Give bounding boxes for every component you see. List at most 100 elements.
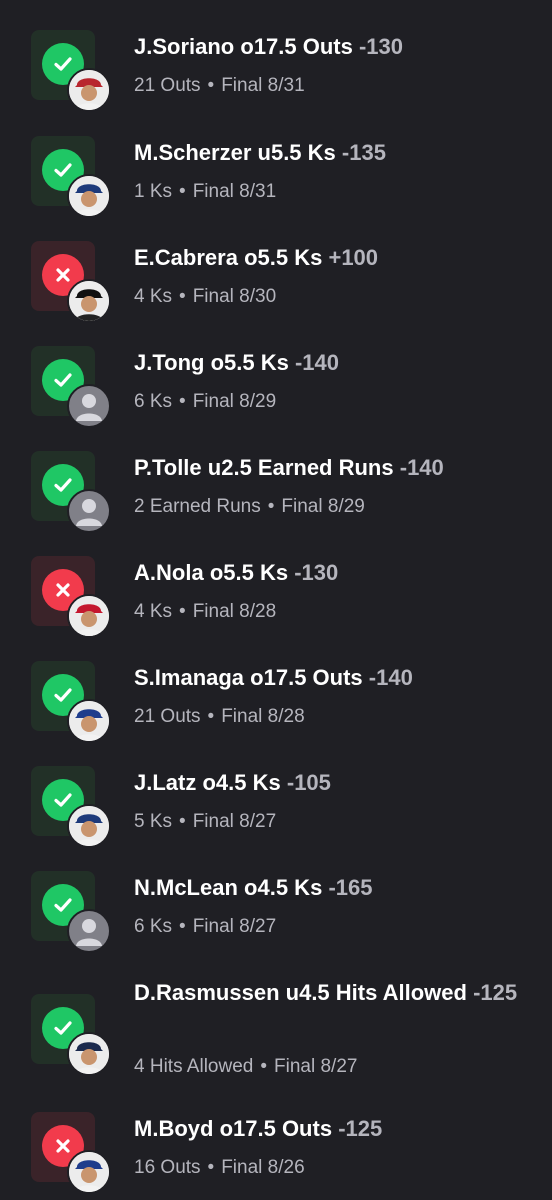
pick-result-line: 1 Ks • Final 8/31	[134, 179, 276, 205]
game-date: 8/27	[239, 916, 277, 937]
game-status: Final	[221, 706, 263, 727]
user-icon	[67, 384, 111, 428]
result-tile	[31, 994, 111, 1076]
pick-title: E.Cabrera o5.5 Ks +100	[134, 241, 532, 275]
stat-result: 6 Ks	[134, 916, 173, 937]
result-tile	[31, 766, 111, 848]
pick-title: P.Tolle u2.5 Earned Runs -140	[134, 451, 532, 485]
separator-dot: •	[179, 811, 186, 832]
pick-title: N.McLean o4.5 Ks -165	[134, 871, 532, 905]
pick-row[interactable]: A.Nola o5.5 Ks -130 4 Ks • Final 8/28	[0, 556, 552, 656]
pick-row[interactable]: J.Tong o5.5 Ks -140 6 Ks • Final 8/29	[0, 346, 552, 446]
prop-line: o5.5 Ks	[209, 560, 289, 585]
odds-value: -105	[286, 770, 331, 795]
pick-result-line: 6 Ks • Final 8/29	[134, 389, 276, 415]
player-avatar	[67, 594, 111, 638]
pick-result-line: 16 Outs • Final 8/26	[134, 1155, 305, 1181]
result-tile	[31, 451, 111, 533]
prop-line: o4.5 Ks	[244, 875, 323, 900]
stat-result: 4 Ks	[134, 601, 173, 622]
odds-value: +100	[328, 245, 379, 270]
result-tile	[31, 556, 111, 638]
game-status: Final	[192, 916, 234, 937]
result-tile	[31, 136, 111, 218]
separator-dot: •	[179, 391, 186, 412]
stat-result: 16 Outs	[134, 1157, 201, 1178]
odds-value: -165	[328, 875, 373, 900]
odds-value: -140	[294, 350, 340, 375]
pick-title: J.Soriano o17.5 Outs -130	[134, 30, 532, 64]
game-date: 8/31	[239, 181, 277, 202]
game-status: Final	[274, 1056, 316, 1077]
pick-row[interactable]: P.Tolle u2.5 Earned Runs -140 2 Earned Ru…	[0, 451, 552, 551]
result-tile	[31, 241, 111, 323]
stat-result: 4 Hits Allowed	[134, 1056, 254, 1077]
stat-result: 2 Earned Runs	[134, 496, 261, 517]
player-name: E.Cabrera	[134, 245, 238, 270]
odds-value: -140	[399, 455, 444, 480]
prop-line: u4.5 Hits Allowed	[285, 980, 467, 1005]
game-status: Final	[192, 286, 234, 307]
pick-result-line: 4 Ks • Final 8/30	[134, 284, 276, 310]
pick-row[interactable]: M.Boyd o17.5 Outs -125 16 Outs • Final 8/26	[0, 1112, 552, 1200]
pick-result-line: 4 Ks • Final 8/28	[134, 599, 276, 625]
pick-row[interactable]: S.Imanaga o17.5 Outs -140 21 Outs • Final 8…	[0, 661, 552, 761]
player-avatar	[67, 1150, 111, 1194]
user-icon	[67, 909, 111, 953]
odds-value: -130	[294, 560, 339, 585]
separator-dot: •	[207, 706, 215, 727]
game-date: 8/28	[239, 601, 277, 622]
pick-row[interactable]: J.Latz o4.5 Ks -105 5 Ks • Final 8/27	[0, 766, 552, 866]
player-name: S.Imanaga	[134, 665, 245, 690]
pick-result-line: 2 Earned Runs • Final 8/29	[134, 494, 365, 520]
pick-row[interactable]: N.McLean o4.5 Ks -165 6 Ks • Final 8/27	[0, 871, 552, 971]
pick-row[interactable]: E.Cabrera o5.5 Ks +100 4 Ks • Final 8/30	[0, 241, 552, 341]
separator-dot: •	[179, 916, 186, 937]
game-status: Final	[221, 1157, 263, 1178]
prop-line: o4.5 Ks	[202, 770, 281, 795]
game-date: 8/29	[239, 391, 277, 412]
separator-dot: •	[267, 496, 275, 517]
separator-dot: •	[179, 601, 186, 622]
prop-line: o5.5 Ks	[244, 245, 323, 270]
game-status: Final	[192, 811, 234, 832]
prop-line: o17.5 Outs	[240, 34, 353, 59]
pick-row[interactable]: J.Soriano o17.5 Outs -130 21 Outs • Final 8…	[0, 30, 552, 130]
odds-value: -125	[473, 980, 518, 1005]
pick-result-line: 21 Outs • Final 8/28	[134, 704, 305, 730]
stat-result: 1 Ks	[134, 181, 173, 202]
odds-value: -140	[368, 665, 413, 690]
game-date: 8/30	[239, 286, 277, 307]
player-avatar	[67, 279, 111, 323]
game-status: Final	[281, 496, 323, 517]
stat-result: 4 Ks	[134, 286, 173, 307]
pick-title: M.Boyd o17.5 Outs -125	[134, 1112, 532, 1146]
pick-row[interactable]: M.Scherzer u5.5 Ks -135 1 Ks • Final 8/31	[0, 136, 552, 236]
pick-title: M.Scherzer u5.5 Ks -135	[134, 136, 532, 170]
result-tile	[31, 661, 111, 743]
player-avatar	[67, 174, 111, 218]
result-tile	[31, 30, 111, 112]
pick-title: J.Tong o5.5 Ks -140	[134, 346, 532, 380]
player-avatar	[67, 68, 111, 112]
player-name: J.Tong	[134, 350, 205, 375]
odds-value: -135	[341, 140, 386, 165]
pick-title: A.Nola o5.5 Ks -130	[134, 556, 532, 590]
stat-result: 21 Outs	[134, 75, 201, 96]
prop-line: u5.5 Ks	[257, 140, 336, 165]
prop-line: o17.5 Outs	[219, 1116, 333, 1141]
player-name: M.Scherzer	[134, 140, 252, 165]
pick-result-line: 5 Ks • Final 8/27	[134, 809, 276, 835]
separator-dot: •	[179, 181, 186, 202]
player-name: J.Latz	[134, 770, 197, 795]
stat-result: 6 Ks	[134, 391, 173, 412]
game-date: 8/27	[320, 1056, 358, 1077]
prop-line: u2.5 Earned Runs	[207, 455, 394, 480]
result-tile	[31, 871, 111, 953]
pick-row[interactable]: D.Rasmussen u4.5 Hits Allowed -125 4 Hits…	[0, 976, 552, 1077]
game-status: Final	[192, 391, 234, 412]
pick-result-line: 21 Outs • Final 8/31	[134, 73, 305, 99]
game-date: 8/31	[267, 75, 305, 96]
pick-result-line: 4 Hits Allowed • Final 8/27	[134, 1054, 357, 1080]
game-date: 8/28	[267, 706, 305, 727]
